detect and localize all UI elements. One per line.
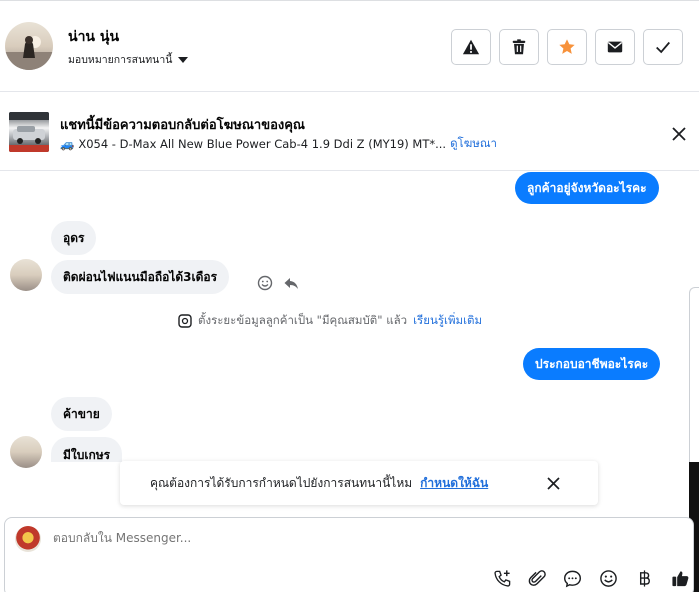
avatar[interactable] [5, 22, 53, 70]
ad-product-name: X054 - D-Max All New Blue Power Cab-4 1.… [78, 137, 447, 151]
call-add-icon [493, 569, 510, 587]
top-divider [0, 0, 699, 3]
reply-composer [4, 517, 694, 592]
ad-subtitle-row: 🚙 X054 - D-Max All New Blue Power Cab-4 … [60, 135, 497, 153]
thumbs-up-button[interactable] [669, 567, 691, 589]
side-panel-edge [689, 287, 699, 462]
incoming-message[interactable]: อุดร [51, 221, 97, 255]
assign-prompt: คุณต้องการได้รับการกำหนดไปยังการสนทนานี้… [120, 461, 598, 505]
emoji-button[interactable] [597, 567, 619, 589]
message-actions [256, 274, 300, 292]
reply-input[interactable] [53, 531, 613, 545]
car-icon: 🚙 [60, 137, 75, 151]
delete-button[interactable] [499, 29, 539, 65]
trash-icon [512, 39, 526, 55]
star-icon [559, 39, 575, 54]
emoji-icon [599, 569, 617, 587]
report-button[interactable] [451, 29, 491, 65]
assign-to-me-link[interactable]: กำหนดให้ฉัน [420, 474, 488, 493]
assign-label: มอบหมายการสนทนานี้ [68, 54, 173, 66]
ad-banner-title: แชทนี้มีข้อความตอบกลับต่อโฆษณาของคุณ [60, 118, 305, 133]
payment-button[interactable] [633, 567, 655, 589]
check-icon [656, 41, 670, 54]
incoming-message[interactable]: ติดผ่อนไฟแนนมือถือได้3เดือร [51, 260, 230, 294]
outgoing-message[interactable]: ประกอบอาชีพอะไรคะ [523, 348, 661, 380]
mail-icon [607, 41, 623, 53]
contact-name: น่าน นุ่น [68, 29, 120, 45]
system-notice-text: ตั้งระยะข้อมูลลูกค้าเป็น "มีคุณสมบัติ" แ… [198, 313, 408, 327]
status-icon [178, 314, 192, 328]
react-button[interactable] [256, 274, 274, 292]
chevron-down-icon [178, 57, 189, 63]
outgoing-message[interactable]: ลูกค้าอยู่จังหวัดอะไรคะ [515, 172, 659, 204]
mark-unread-button[interactable] [595, 29, 635, 65]
assign-conversation-dropdown[interactable]: มอบหมายการสนทนานี้ [68, 51, 189, 68]
conversation-header: น่าน นุ่น มอบหมายการสนทนานี้ [0, 0, 699, 92]
reply-button[interactable] [282, 274, 300, 292]
warning-icon [462, 39, 480, 55]
saved-replies-button[interactable] [561, 567, 583, 589]
close-prompt-button[interactable] [544, 474, 562, 492]
avatar [10, 436, 42, 468]
close-banner-button[interactable] [668, 123, 690, 145]
incoming-message[interactable]: มีใบเกษร [51, 437, 123, 462]
incoming-message[interactable]: ค้าขาย [51, 397, 112, 431]
thumbs-up-icon [671, 570, 688, 586]
learn-more-link[interactable]: เรียนรู้เพิ่มเติม [413, 312, 482, 330]
emoji-icon [257, 275, 273, 291]
attachment-icon [528, 569, 546, 586]
avatar [10, 259, 42, 291]
page-avatar [15, 526, 41, 552]
star-button[interactable] [547, 29, 587, 65]
view-ad-link[interactable]: ดูโฆษณา [450, 135, 497, 153]
ad-thumbnail[interactable] [9, 112, 49, 152]
close-icon [672, 127, 686, 141]
system-notice: ตั้งระยะข้อมูลลูกค้าเป็น "มีคุณสมบัติ" แ… [178, 312, 482, 330]
close-icon [546, 476, 560, 490]
baht-icon [639, 569, 650, 587]
call-button[interactable] [491, 567, 513, 589]
assign-prompt-text: คุณต้องการได้รับการกำหนดไปยังการสนทนานี้… [150, 475, 413, 490]
reply-icon [284, 278, 298, 289]
attach-button[interactable] [526, 567, 548, 589]
ad-reply-banner: แชทนี้มีข้อความตอบกลับต่อโฆษณาของคุณ 🚙 X… [0, 93, 699, 171]
mark-done-button[interactable] [643, 29, 683, 65]
chat-bubble-icon [563, 570, 581, 587]
